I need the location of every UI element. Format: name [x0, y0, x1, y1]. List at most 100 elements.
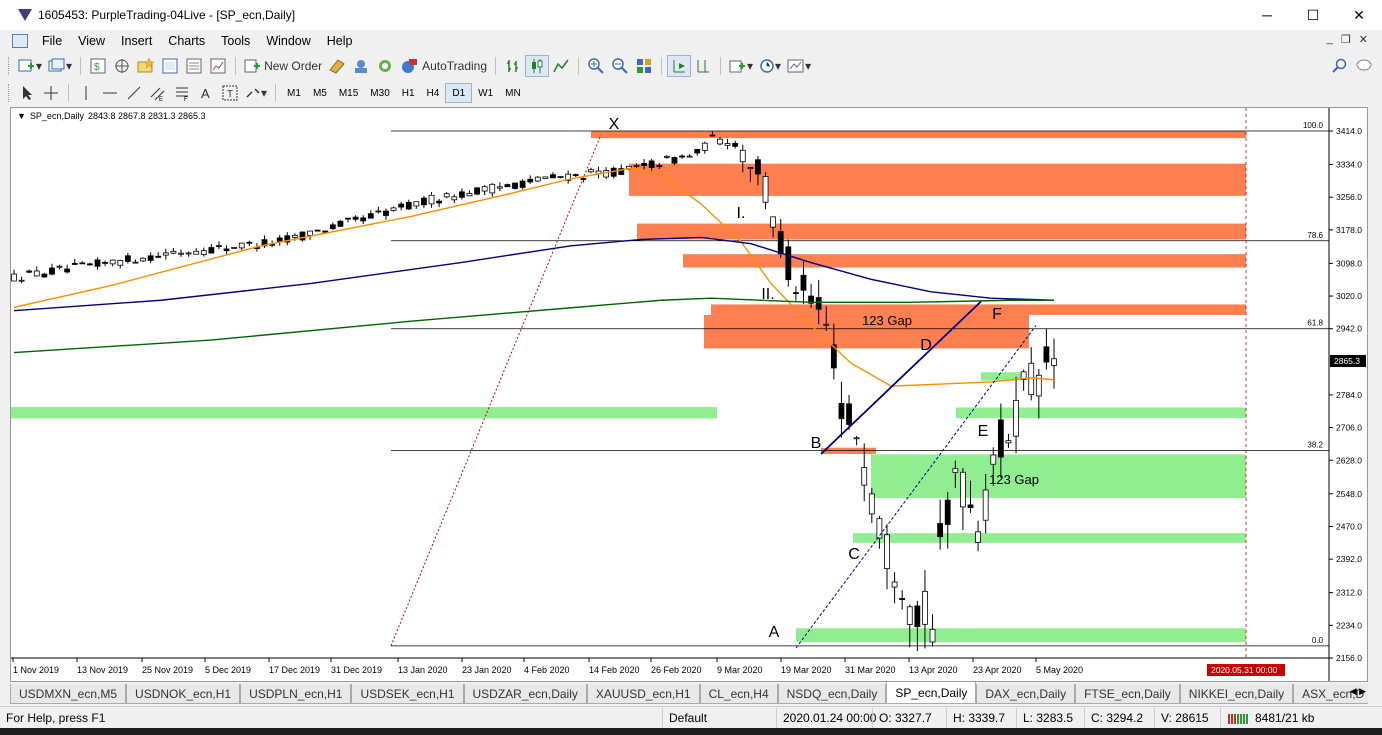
timeframe-m30[interactable]: M30 [364, 83, 395, 103]
terminal-icon[interactable] [182, 55, 206, 77]
tab-usdnok[interactable]: USDNOK_ecn,H1 [126, 684, 241, 704]
candle-body [41, 273, 48, 278]
candle-body [223, 248, 230, 252]
zoom-out-icon[interactable] [608, 55, 632, 77]
chat-icon[interactable] [1352, 55, 1376, 77]
timeframe-h1[interactable]: H1 [396, 83, 421, 103]
cursor-icon[interactable] [15, 82, 39, 104]
candle-body [982, 489, 989, 521]
fib-level-label: 61.8 [1307, 319, 1323, 328]
tab-xauusd[interactable]: XAUUSD_ecn,H1 [586, 684, 700, 704]
equidistant-channel-icon[interactable]: E [146, 82, 170, 104]
candles [11, 131, 1057, 652]
bar-chart-icon[interactable] [501, 55, 525, 77]
candle-body [846, 403, 852, 425]
timeframe-m1[interactable]: M1 [281, 83, 307, 103]
candle-body [231, 246, 238, 249]
wave-label: II. [761, 286, 774, 303]
auto-scroll-icon[interactable] [667, 55, 692, 77]
market-icon[interactable] [373, 55, 397, 77]
mdi-minimize-icon[interactable]: _ [1327, 33, 1333, 46]
new-order-button[interactable]: New Order [241, 55, 325, 77]
candle-body [944, 499, 951, 525]
candle-body [1051, 358, 1057, 366]
tab-usdzar[interactable]: USDZAR_ecn,Daily [463, 684, 587, 704]
periods-icon[interactable]: ▾ [756, 55, 784, 77]
metaeditor-icon[interactable] [325, 55, 349, 77]
candlestick-icon[interactable] [525, 55, 550, 77]
menu-tools[interactable]: Tools [213, 34, 258, 48]
text-icon[interactable]: A [194, 82, 218, 104]
indicators-icon[interactable]: ▾ [726, 55, 756, 77]
menu-view[interactable]: View [70, 34, 113, 48]
search-icon[interactable] [1328, 55, 1352, 77]
timeframe-m15[interactable]: M15 [333, 83, 364, 103]
profiles-icon[interactable]: ▾ [45, 55, 75, 77]
market-watch-icon[interactable]: $ [86, 55, 110, 77]
menu-file[interactable]: File [34, 34, 70, 48]
timeframe-m5[interactable]: M5 [307, 83, 333, 103]
timeframe-mn[interactable]: MN [499, 83, 527, 103]
fibonacci-icon[interactable]: F [170, 82, 194, 104]
menu-window[interactable]: Window [258, 34, 318, 48]
timeframe-w1[interactable]: W1 [472, 83, 499, 103]
tab-sp[interactable]: SP_ecn,Daily [886, 682, 977, 704]
autotrading-icon [402, 59, 418, 73]
data-window-icon[interactable] [158, 55, 182, 77]
price-chart[interactable]: 100.0 78.6 61.8 38.2 0.0 X I. II. 123 Gap D F E B 123… [11, 108, 1367, 681]
timeframe-d1[interactable]: D1 [445, 83, 473, 103]
strategy-tester-icon[interactable] [206, 55, 230, 77]
chart-window[interactable]: 100.0 78.6 61.8 38.2 0.0 X I. II. 123 Gap D F E B 123… [10, 107, 1368, 682]
menu-insert[interactable]: Insert [113, 34, 160, 48]
vertical-line-icon[interactable] [74, 82, 98, 104]
candle-body [997, 419, 1004, 458]
tab-usdsek[interactable]: USDSEK_ecn,H1 [351, 684, 464, 704]
new-chart-icon[interactable]: ▾ [15, 55, 45, 77]
tab-nsdq[interactable]: NSDQ_ecn,Daily [777, 684, 887, 704]
date-tick-label: 13 Nov 2019 [77, 665, 128, 675]
tile-windows-icon[interactable] [632, 55, 656, 77]
tab-nikkei[interactable]: NIKKEI_ecn,Daily [1179, 684, 1294, 704]
candle-body [641, 162, 647, 167]
tab-usdmxn[interactable]: USDMXN_ecn,M5 [10, 684, 127, 704]
chart-menu-icon[interactable]: ▼ [17, 111, 26, 121]
connection-bars-icon [1228, 713, 1248, 724]
autotrading-button[interactable]: AutoTrading [397, 55, 490, 77]
maximize-button[interactable]: ☐ [1290, 0, 1336, 30]
crosshair-icon[interactable] [39, 82, 63, 104]
mdi-close-icon[interactable]: ✕ [1359, 33, 1368, 46]
favorites-icon[interactable] [134, 55, 158, 77]
svg-text:E: E [159, 97, 163, 101]
document-icon[interactable] [12, 34, 28, 48]
status-connection[interactable]: 8481/21 kb [1220, 707, 1320, 728]
arrows-icon[interactable]: ▾ [242, 82, 270, 104]
candle-body [588, 169, 594, 173]
line-chart-icon[interactable] [549, 55, 573, 77]
tab-ftse[interactable]: FTSE_ecn,Daily [1075, 684, 1180, 704]
tab-usdpln[interactable]: USDPLN_ecn,H1 [240, 684, 352, 704]
menu-charts[interactable]: Charts [160, 34, 213, 48]
candle-body [147, 255, 154, 261]
trendline-icon[interactable] [122, 82, 146, 104]
menu-help[interactable]: Help [319, 34, 361, 48]
close-button[interactable]: ✕ [1336, 0, 1382, 30]
tab-scroll-arrows-icon[interactable]: ◀ ▶ [1350, 686, 1366, 697]
candle-body [390, 207, 397, 211]
navigator-icon[interactable] [110, 55, 134, 77]
price-tick-label: 2706.0 [1336, 423, 1362, 433]
status-close: C: 3294.2 [1084, 707, 1154, 728]
candle-body [701, 142, 708, 151]
text-label-icon[interactable]: T [218, 82, 242, 104]
zoom-in-icon[interactable] [584, 55, 608, 77]
signals-icon[interactable] [349, 55, 373, 77]
tab-cl[interactable]: CL_ecn,H4 [699, 684, 778, 704]
timeframe-h4[interactable]: H4 [421, 83, 446, 103]
horizontal-line-icon[interactable] [98, 82, 122, 104]
templates-icon[interactable]: ▾ [784, 55, 814, 77]
minimize-button[interactable]: ─ [1244, 0, 1290, 30]
mdi-restore-icon[interactable]: ❐ [1341, 33, 1351, 46]
candle-body [33, 270, 40, 277]
candle-body [580, 178, 587, 180]
chart-shift-icon[interactable] [691, 55, 715, 77]
tab-dax[interactable]: DAX_ecn,Daily [976, 684, 1076, 704]
